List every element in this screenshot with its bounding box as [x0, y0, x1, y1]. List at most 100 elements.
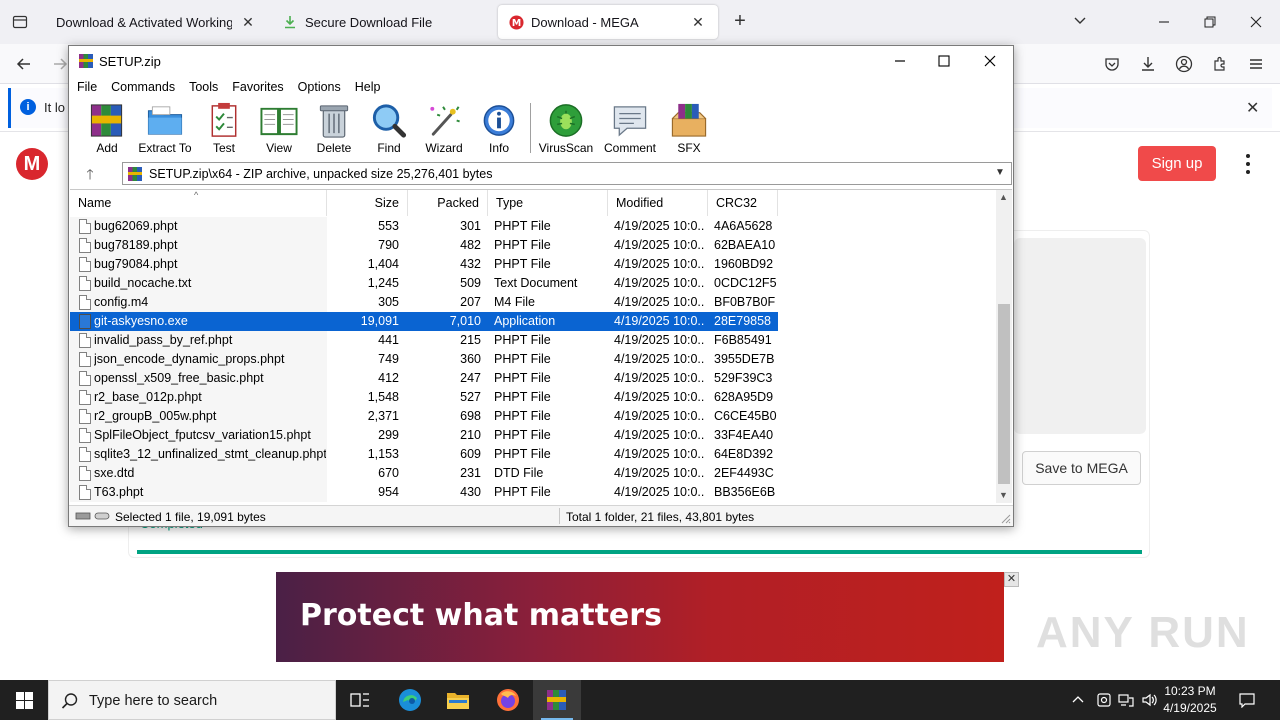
close-window-icon[interactable]	[977, 50, 1003, 72]
comment-button[interactable]: Comment	[601, 101, 659, 155]
winrar-taskbar-icon[interactable]	[533, 680, 581, 720]
find-button[interactable]: Find	[360, 101, 418, 155]
file-row[interactable]: json_encode_dynamic_props.phpt 749 360 PHPT…	[70, 350, 778, 369]
mega-logo[interactable]: M	[16, 148, 48, 180]
maximize-icon[interactable]	[931, 50, 957, 72]
view-button[interactable]: View	[250, 101, 308, 155]
hamburger-menu-icon[interactable]	[1246, 54, 1266, 74]
chevron-down-icon[interactable]: ▼	[995, 167, 1005, 178]
virusscan-button[interactable]: VirusScan	[537, 101, 595, 155]
column-packed[interactable]: Packed	[408, 190, 488, 216]
document-file-icon	[79, 466, 91, 481]
system-clock[interactable]: 10:23 PM 4/19/2025	[1160, 683, 1220, 717]
toolbar-separator	[530, 103, 531, 153]
tab-secure-download[interactable]: Secure Download File	[272, 5, 494, 39]
file-row[interactable]: SplFileObject_fputcsv_variation15.phpt 29…	[70, 426, 778, 445]
file-name: build_nocache.txt	[94, 276, 192, 290]
scroll-thumb[interactable]	[998, 304, 1010, 484]
menu-options[interactable]: Options	[298, 77, 341, 97]
winrar-title-bar[interactable]: SETUP.zip	[69, 46, 1013, 77]
windows-start-icon[interactable]	[0, 680, 48, 720]
column-crc32[interactable]: CRC32	[708, 190, 778, 216]
file-row[interactable]: openssl_x509_free_basic.phpt 412 247 PHPT F…	[70, 369, 778, 388]
menu-favorites[interactable]: Favorites	[232, 77, 283, 97]
file-row[interactable]: config.m4 305 207 M4 File 4/19/2025 10:0... B…	[70, 293, 778, 312]
close-window-icon[interactable]	[1244, 10, 1268, 34]
file-row[interactable]: build_nocache.txt 1,245 509 Text Document 4/…	[70, 274, 778, 293]
new-tab-button[interactable]: +	[728, 10, 752, 34]
file-list[interactable]: Name ^ Size Packed Type Modified CRC32 bu…	[70, 189, 1012, 503]
file-row[interactable]: r2_groupB_005w.phpt 2,371 698 PHPT File 4/19…	[70, 407, 778, 426]
close-icon[interactable]: ✕	[690, 14, 706, 31]
column-name[interactable]: Name ^	[70, 190, 327, 216]
ad-close-button[interactable]: ✕	[1004, 572, 1019, 587]
test-label: Test	[212, 141, 235, 155]
tab-title: Download & Activated Working Full	[56, 14, 232, 30]
column-modified[interactable]: Modified	[608, 190, 708, 216]
file-crc: 0CDC12F5	[714, 276, 777, 290]
file-row[interactable]: bug78189.phpt 790 482 PHPT File 4/19/2025 10…	[70, 236, 778, 255]
file-row[interactable]: sqlite3_12_unfinalized_stmt_cleanup.phpt…	[70, 445, 778, 464]
scroll-up-icon[interactable]: ▲	[999, 192, 1008, 202]
sign-up-button[interactable]: Sign up	[1138, 146, 1216, 181]
firefox-icon[interactable]	[484, 680, 532, 720]
ad-banner[interactable]: Protect what matters	[276, 572, 1004, 662]
file-row[interactable]: T63.phpt 954 430 PHPT File 4/19/2025 10:0...…	[70, 483, 778, 502]
downloads-icon[interactable]	[1138, 54, 1158, 74]
column-type[interactable]: Type	[488, 190, 608, 216]
tab-download-activated[interactable]: Download & Activated Working Full ✕	[46, 5, 268, 39]
resize-grip-icon[interactable]	[1001, 514, 1011, 524]
account-icon[interactable]	[1174, 54, 1194, 74]
add-button[interactable]: Add	[78, 101, 136, 155]
notification-center-icon[interactable]	[1236, 680, 1258, 720]
menu-commands[interactable]: Commands	[111, 77, 175, 97]
extract-to-button[interactable]: Extract To	[136, 101, 194, 155]
trash-icon	[319, 105, 349, 138]
file-row[interactable]: invalid_pass_by_ref.phpt 441 215 PHPT File 4…	[70, 331, 778, 350]
file-row[interactable]: sxe.dtd 670 231 DTD File 4/19/2025 10:0... 2E…	[70, 464, 778, 483]
edge-browser-icon[interactable]	[386, 680, 434, 720]
security-icon[interactable]	[1094, 680, 1114, 720]
pocket-icon[interactable]	[1102, 54, 1122, 74]
file-row[interactable]: git-askyesno.exe 19,091 7,010 Application 4/…	[70, 312, 778, 331]
sfx-button[interactable]: SFX	[660, 101, 718, 155]
minimize-icon[interactable]	[887, 50, 913, 72]
save-to-mega-button[interactable]: Save to MEGA	[1022, 451, 1141, 485]
minimize-icon[interactable]	[1152, 10, 1176, 34]
menu-file[interactable]: File	[77, 77, 97, 97]
wizard-button[interactable]: Wizard	[415, 101, 473, 155]
volume-icon[interactable]	[1140, 680, 1160, 720]
close-icon[interactable]: ✕	[1246, 98, 1259, 118]
more-options-icon[interactable]	[1240, 152, 1256, 176]
file-row[interactable]: r2_base_012p.phpt 1,548 527 PHPT File 4/19/2…	[70, 388, 778, 407]
chevron-up-icon[interactable]	[1068, 680, 1088, 720]
column-size[interactable]: Size	[327, 190, 408, 216]
tab-mega[interactable]: M Download - MEGA ✕	[498, 5, 718, 39]
restore-icon[interactable]	[1198, 10, 1222, 34]
delete-button[interactable]: Delete	[305, 101, 363, 155]
file-name-cell: sxe.dtd	[70, 464, 327, 483]
scroll-down-icon[interactable]: ▼	[999, 490, 1008, 500]
vertical-scrollbar[interactable]: ▲ ▼	[996, 190, 1012, 503]
file-explorer-icon[interactable]	[434, 680, 482, 720]
test-button[interactable]: Test	[195, 101, 253, 155]
tab-list-icon[interactable]	[8, 10, 32, 34]
menu-tools[interactable]: Tools	[189, 77, 218, 97]
path-dropdown[interactable]: SETUP.zip\x64 - ZIP archive, unpacked si…	[122, 162, 1012, 185]
info-button[interactable]: Info	[470, 101, 528, 155]
file-type: PHPT File	[494, 333, 551, 347]
task-view-icon[interactable]	[336, 680, 384, 720]
forward-arrow-icon[interactable]	[50, 54, 70, 74]
up-arrow-icon[interactable]: 🡑	[81, 164, 99, 182]
file-name: SplFileObject_fputcsv_variation15.phpt	[94, 428, 311, 442]
back-arrow-icon[interactable]	[14, 54, 34, 74]
chevron-down-icon[interactable]	[1072, 12, 1088, 31]
file-row[interactable]: bug79084.phpt 1,404 432 PHPT File 4/19/2025 …	[70, 255, 778, 274]
network-icon[interactable]	[1116, 680, 1136, 720]
extensions-icon[interactable]	[1210, 54, 1230, 74]
file-row[interactable]: bug62069.phpt 553 301 PHPT File 4/19/2025 10…	[70, 217, 778, 236]
menu-help[interactable]: Help	[355, 77, 381, 97]
file-packed: 527	[460, 390, 481, 404]
taskbar-search-box[interactable]: Type here to search	[48, 680, 336, 720]
close-icon[interactable]: ✕	[240, 14, 256, 31]
